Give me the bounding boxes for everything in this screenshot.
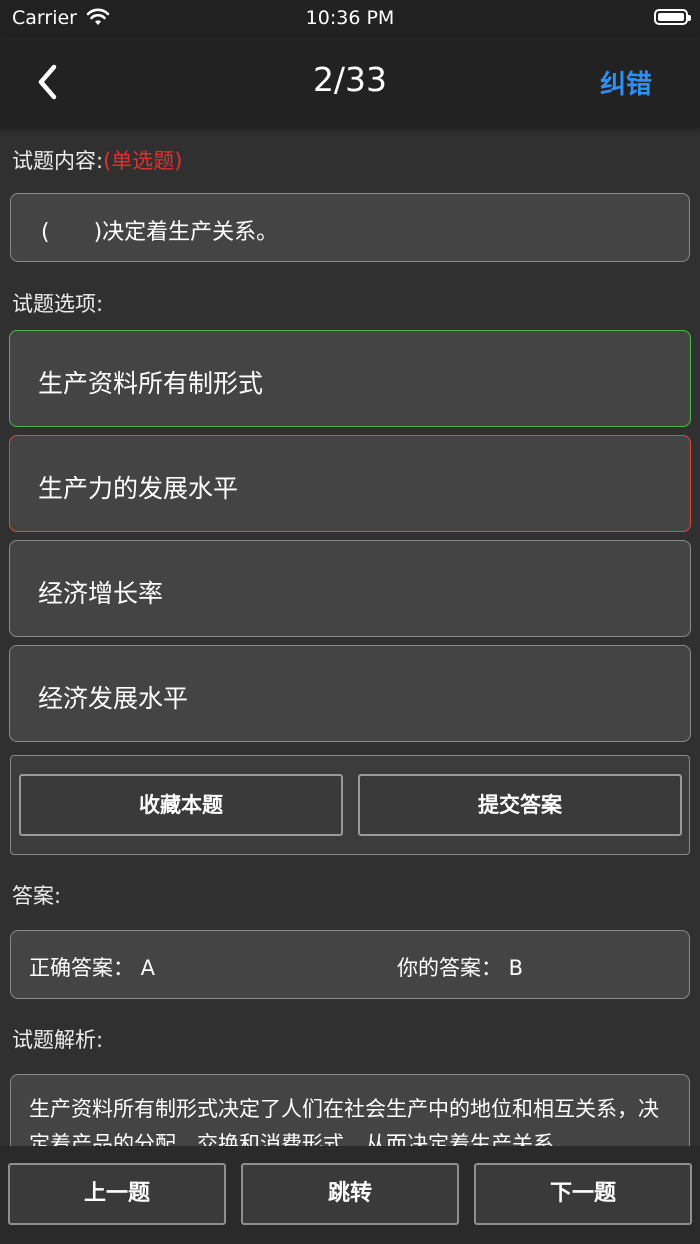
option-a[interactable]: 生产资料所有制形式 [9, 330, 691, 427]
jump-button[interactable]: 跳转 [241, 1163, 459, 1225]
question-progress: 2/33 [312, 60, 388, 99]
clock: 10:36 PM [305, 7, 395, 29]
answer-box: 正确答案： A 你的答案： B [10, 930, 690, 999]
answer-label: 答案: [12, 884, 62, 908]
status-bar: Carrier 10:36 PM [0, 0, 700, 36]
option-b[interactable]: 生产力的发展水平 [9, 435, 691, 532]
bottom-toolbar: 上一题 跳转 下一题 [0, 1146, 700, 1244]
option-a-text: 生产资料所有制形式 [38, 369, 264, 398]
next-question-button[interactable]: 下一题 [474, 1163, 692, 1225]
question-text-box: ( )决定着生产关系。 [10, 193, 690, 262]
battery-icon [654, 9, 691, 25]
correct-answer: 正确答案： A [29, 956, 156, 980]
analysis-label: 试题解析: [12, 1028, 104, 1052]
question-heading: 试题内容:(单选题) [12, 145, 182, 175]
submit-answer-button[interactable]: 提交答案 [358, 774, 682, 836]
option-b-text: 生产力的发展水平 [38, 474, 239, 503]
option-d-text: 经济发展水平 [38, 684, 189, 713]
analysis-text: 生产资料所有制形式决定了人们在社会生产中的地位和相互关系，决定着产品的分配、交换… [29, 1097, 659, 1146]
question-content[interactable]: 试题内容:(单选题) ( )决定着生产关系。 试题选项: 生产资料所有制形式 生… [0, 128, 700, 1146]
question-text: ( )决定着生产关系。 [41, 220, 279, 245]
previous-question-button[interactable]: 上一题 [8, 1163, 226, 1225]
option-c-text: 经济增长率 [38, 579, 164, 608]
report-error-button[interactable]: 纠错 [600, 64, 652, 101]
your-answer: 你的答案： B [397, 956, 524, 980]
option-c[interactable]: 经济增长率 [9, 540, 691, 637]
analysis-box: 生产资料所有制形式决定了人们在社会生产中的地位和相互关系，决定着产品的分配、交换… [10, 1074, 690, 1146]
action-panel: 收藏本题 提交答案 [10, 755, 690, 855]
favorite-button[interactable]: 收藏本题 [19, 774, 343, 836]
options-label: 试题选项: [12, 292, 104, 316]
nav-bar: 2/33 纠错 [0, 36, 700, 128]
option-d[interactable]: 经济发展水平 [9, 645, 691, 742]
question-label: 试题内容: [12, 149, 104, 173]
question-type: (单选题) [103, 149, 183, 173]
